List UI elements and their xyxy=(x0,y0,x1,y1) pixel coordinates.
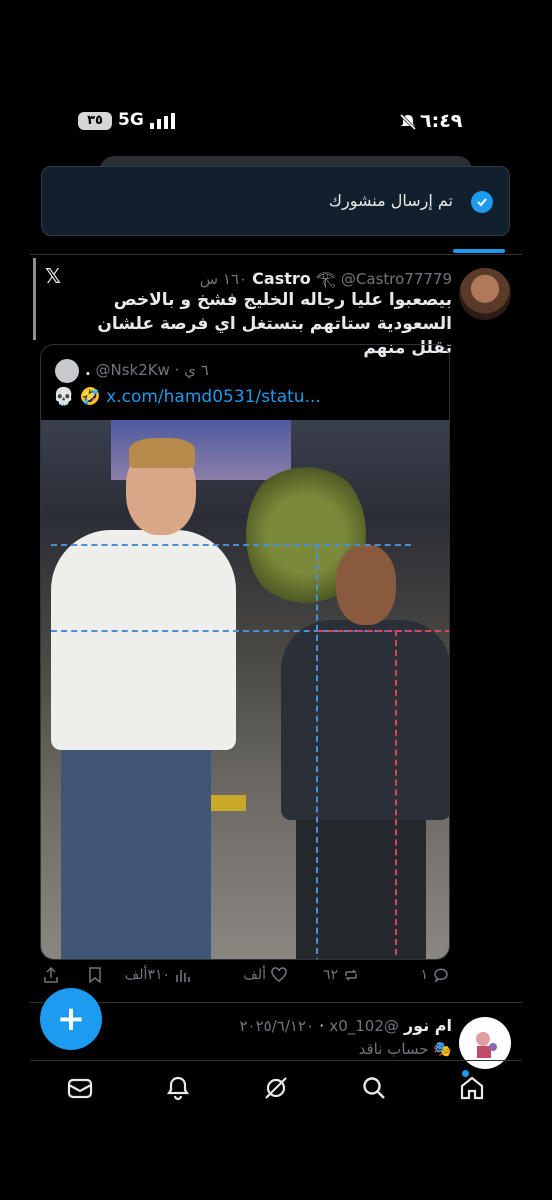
messages-icon[interactable] xyxy=(66,1074,94,1102)
bookmark-button[interactable] xyxy=(86,966,104,984)
share-button[interactable] xyxy=(42,966,60,984)
notification-dot xyxy=(462,1070,469,1077)
grok-icon[interactable] xyxy=(262,1074,290,1102)
toast[interactable]: تم إرسال منشورك xyxy=(41,166,510,236)
quoted-time: ٦ ي xyxy=(184,361,209,379)
avatar-illustration xyxy=(476,1032,497,1058)
search-icon[interactable] xyxy=(360,1074,388,1102)
status-time: ٦:٤٩ xyxy=(420,110,463,132)
guide-line xyxy=(395,630,397,959)
toast-message: تم إرسال منشورك xyxy=(328,191,453,210)
like-button[interactable]: ألف xyxy=(243,966,288,984)
bottom-nav xyxy=(30,1068,522,1108)
bell-muted-icon xyxy=(399,113,417,131)
avatar[interactable] xyxy=(459,268,511,320)
photo-person-right-head xyxy=(336,545,396,625)
photo-person-right-shirt xyxy=(281,620,449,820)
check-icon xyxy=(471,191,493,213)
views-button[interactable]: ٣١٠ألف xyxy=(125,966,192,984)
bookmark-icon xyxy=(89,967,101,984)
verified-icon: 𓂀 xyxy=(315,269,336,288)
post-subtitle: 🎭 حساب ناقد xyxy=(358,1040,452,1058)
post-author-name[interactable]: ام نور xyxy=(404,1016,452,1035)
thread-line xyxy=(33,258,36,340)
post-header: ام نور @x0_102 · ٢٠٢٥/٦/١٢٠ xyxy=(239,1016,452,1035)
plus-icon: + xyxy=(56,999,86,1039)
reply-icon xyxy=(434,968,448,983)
repost-icon xyxy=(345,969,357,981)
post-handle[interactable]: @x0_102 xyxy=(329,1017,399,1035)
notifications-icon[interactable] xyxy=(164,1074,192,1102)
guide-line xyxy=(316,544,318,959)
views-icon xyxy=(176,970,190,982)
heart-icon xyxy=(271,967,287,982)
post-actions: ١ ٦٢ ألف ٣١٠ألف xyxy=(30,966,522,994)
tab-indicator xyxy=(453,249,505,253)
post-photo[interactable] xyxy=(41,420,449,959)
post-handle[interactable]: @Castro77779 xyxy=(341,270,452,288)
home-icon[interactable] xyxy=(458,1074,486,1102)
post-date: ٢٠٢٥/٦/١٢٠ xyxy=(239,1017,315,1035)
quoted-link[interactable]: x.com/hamd0531/statu... xyxy=(106,387,321,407)
divider xyxy=(30,1002,522,1003)
compose-button[interactable]: + xyxy=(40,988,102,1050)
divider xyxy=(30,254,522,255)
quoted-emoji: 💀 🤣 xyxy=(53,387,101,407)
reply-button[interactable]: ١ xyxy=(420,966,450,984)
guide-line xyxy=(51,544,411,546)
like-count: ألف xyxy=(243,967,266,983)
repost-button[interactable]: ٦٢ xyxy=(323,966,360,984)
signal-icon xyxy=(150,113,175,129)
share-icon xyxy=(44,966,58,983)
x-logo-icon: 𝕏 xyxy=(45,264,62,288)
views-count: ٣١٠ألف xyxy=(124,967,170,983)
quoted-post-card[interactable]: . @Nsk2Kw · ٦ ي 💀 🤣 x.com/hamd0531/statu… xyxy=(40,344,450,960)
battery-indicator: ٣٥ xyxy=(78,112,112,130)
reply-count: ١ xyxy=(420,967,428,983)
post-author-name[interactable]: Castro xyxy=(252,269,311,288)
quoted-header: . @Nsk2Kw · ٦ ي xyxy=(85,361,209,379)
photo-person-left-hair xyxy=(129,438,195,468)
guide-line xyxy=(318,630,449,632)
quoted-avatar xyxy=(55,359,79,383)
divider xyxy=(30,1060,522,1061)
photo-person-left xyxy=(61,740,211,959)
repost-count: ٦٢ xyxy=(322,967,338,983)
avatar[interactable] xyxy=(459,1017,511,1069)
post-header: Castro 𓂀 @Castro77779 ١٦٠ س xyxy=(200,264,452,290)
post-time: ١٦٠ س xyxy=(199,270,248,288)
quoted-author-name: . xyxy=(85,361,91,379)
network-label: 5G xyxy=(118,110,144,130)
quoted-text: 💀 🤣 x.com/hamd0531/statu... xyxy=(53,387,321,407)
quoted-handle: @Nsk2Kw xyxy=(95,361,170,379)
photo-person-left-shirt xyxy=(51,530,236,750)
